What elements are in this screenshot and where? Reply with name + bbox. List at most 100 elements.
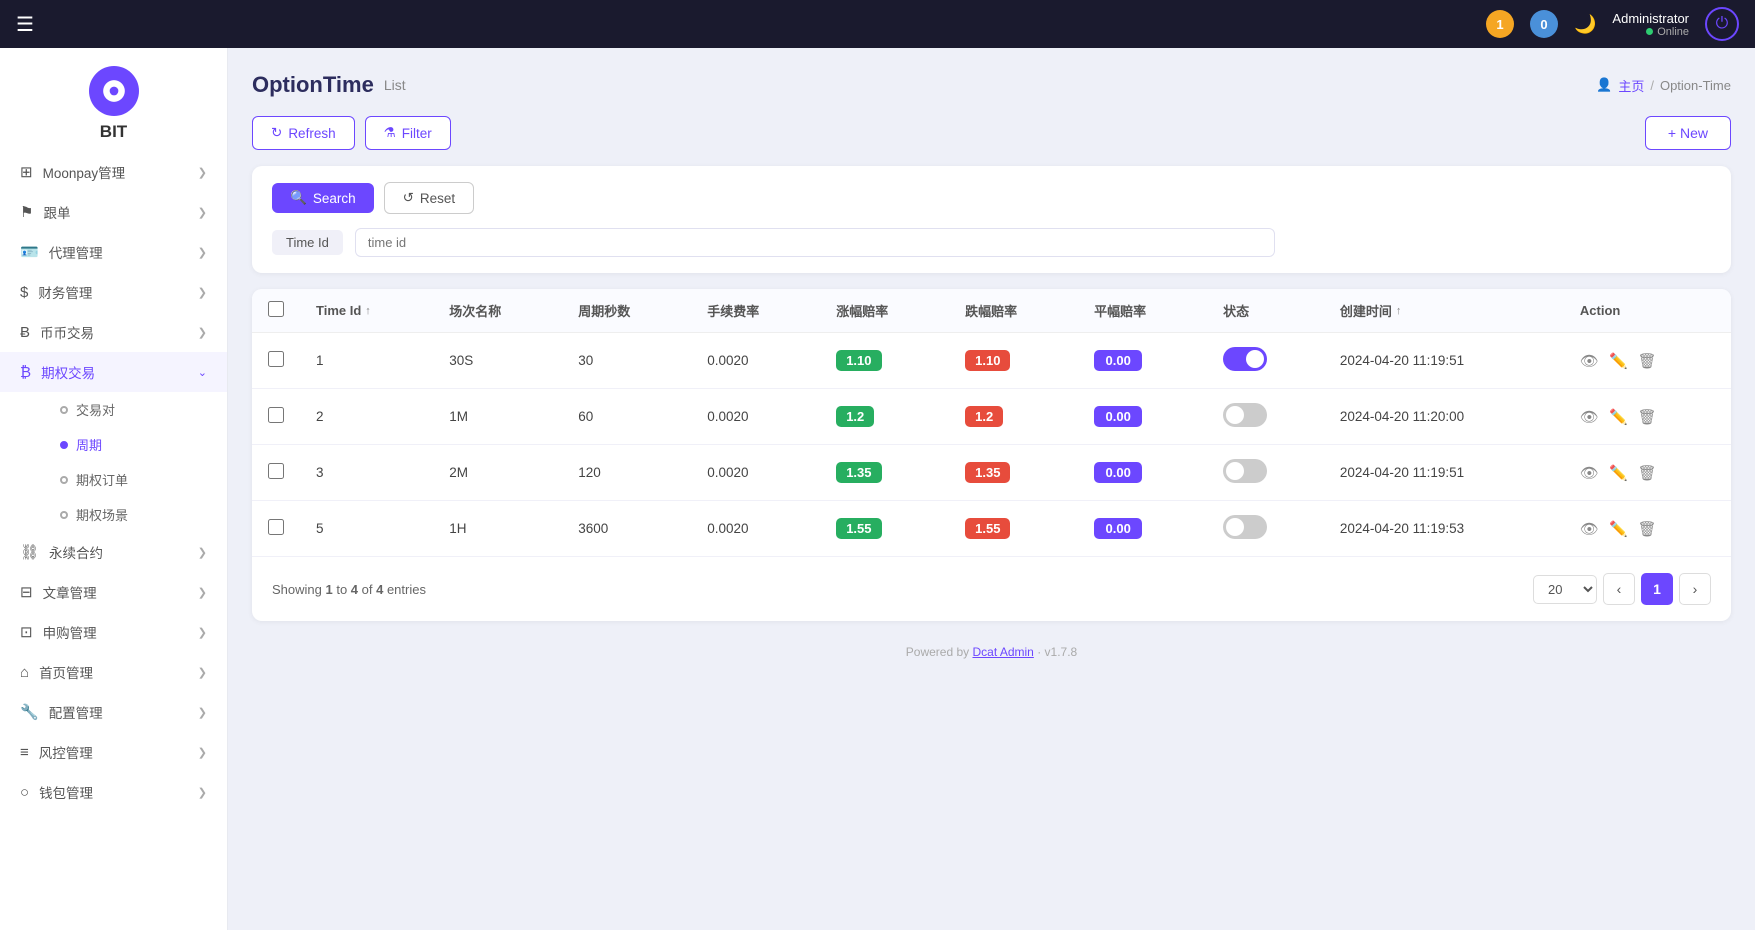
time-id-input[interactable]: [355, 228, 1275, 257]
sidebar-label-shouye: 首页管理: [39, 662, 93, 682]
edit-icon[interactable]: ✏️: [1609, 408, 1628, 426]
delete-icon[interactable]: 🗑: [1638, 408, 1657, 426]
toggle-switch[interactable]: [1223, 403, 1267, 427]
sidebar-item-yongxu[interactable]: ⛓ 永续合约 ❯: [0, 532, 227, 572]
chevron-icon-11: ❯: [198, 746, 207, 759]
cell-name: 1M: [433, 389, 562, 445]
view-icon[interactable]: 👁: [1580, 464, 1599, 482]
header-fee: 手续费率: [691, 289, 820, 333]
row-checkbox[interactable]: [268, 407, 284, 423]
moon-icon[interactable]: 🌙: [1574, 14, 1596, 35]
sidebar-subnav-qiquan: 交易对 周期 期权订单 期权场景: [0, 392, 227, 532]
toggle-switch[interactable]: [1223, 459, 1267, 483]
cell-name: 1H: [433, 501, 562, 557]
hamburger-icon[interactable]: ☰: [16, 14, 34, 36]
refresh-label: Refresh: [288, 126, 335, 141]
circle-badge: 0: [1530, 10, 1558, 38]
flat-badge: 0.00: [1094, 406, 1142, 427]
sidebar-item-bibi[interactable]: Ƀ 币币交易 ❯: [0, 312, 227, 352]
cell-fall: 1.2: [949, 389, 1078, 445]
toggle-switch[interactable]: [1223, 515, 1267, 539]
topbar-right: 1 0 🌙 Administrator Online ⏻: [1486, 7, 1739, 41]
toggle-switch[interactable]: [1223, 347, 1267, 371]
header-created[interactable]: 创建时间 ↑: [1324, 289, 1564, 333]
cell-flat: 0.00: [1078, 333, 1207, 389]
sidebar-item-daili[interactable]: 🪪 代理管理 ❯: [0, 232, 227, 272]
sidebar-item-peizhi[interactable]: 🔧 配置管理 ❯: [0, 692, 227, 732]
header-name: 场次名称: [433, 289, 562, 333]
card-icon: 🪪: [20, 243, 39, 261]
rise-badge: 1.10: [836, 350, 881, 371]
flag-icon: ⚑: [20, 203, 33, 221]
sidebar-sub-qiquanchang[interactable]: 期权场景: [48, 497, 227, 532]
edit-icon[interactable]: ✏️: [1609, 464, 1628, 482]
sidebar-item-qianbao[interactable]: ○ 钱包管理 ❯: [0, 772, 227, 812]
edit-icon[interactable]: ✏️: [1609, 352, 1628, 370]
sidebar-sub-jiaoyidui[interactable]: 交易对: [48, 392, 227, 427]
action-bar: ↻ Refresh ⚗ Filter + New: [252, 116, 1731, 150]
refresh-button[interactable]: ↻ Refresh: [252, 116, 355, 150]
rise-badge: 1.2: [836, 406, 874, 427]
edit-icon[interactable]: ✏️: [1609, 520, 1628, 538]
notification-bell[interactable]: 1: [1486, 10, 1514, 38]
sidebar-item-shouye[interactable]: ⌂ 首页管理 ❯: [0, 652, 227, 692]
view-icon[interactable]: 👁: [1580, 520, 1599, 538]
dollar-icon: $: [20, 284, 28, 301]
sidebar-item-qiquan[interactable]: ₿ 期权交易 ⌄: [0, 352, 227, 392]
sidebar-item-moonpay[interactable]: ⊞ Moonpay管理 ❯: [0, 152, 227, 192]
prev-page-button[interactable]: ‹: [1603, 573, 1635, 605]
notification-circle[interactable]: 0: [1530, 10, 1558, 38]
cell-fee: 0.0020: [691, 333, 820, 389]
header-checkbox-cell: [252, 289, 300, 333]
row-checkbox[interactable]: [268, 519, 284, 535]
cell-created: 2024-04-20 11:19:53: [1324, 501, 1564, 557]
delete-icon[interactable]: 🗑: [1638, 464, 1657, 482]
cell-time-id: 1: [300, 333, 433, 389]
sidebar-label-caiwu: 财务管理: [38, 282, 92, 302]
dcat-link[interactable]: Dcat Admin: [972, 645, 1033, 659]
next-page-button[interactable]: ›: [1679, 573, 1711, 605]
cell-period: 120: [562, 445, 691, 501]
sort-icon-created: ↑: [1396, 305, 1402, 317]
filter-inputs: Time Id: [272, 228, 1711, 257]
sidebar-label-moonpay: Moonpay管理: [43, 162, 126, 182]
new-button[interactable]: + New: [1645, 116, 1731, 150]
header-time-id[interactable]: Time Id ↑: [300, 289, 433, 333]
power-button[interactable]: ⏻: [1705, 7, 1739, 41]
filter-button[interactable]: ⚗ Filter: [365, 116, 451, 150]
row-checkbox-cell: [252, 389, 300, 445]
view-icon[interactable]: 👁: [1580, 352, 1599, 370]
sidebar-label-wenzhang: 文章管理: [43, 582, 97, 602]
sidebar-sub-qiquandingdan[interactable]: 期权订单: [48, 462, 227, 497]
row-checkbox[interactable]: [268, 351, 284, 367]
sidebar-item-shengou[interactable]: ⊡ 申购管理 ❯: [0, 612, 227, 652]
delete-icon[interactable]: 🗑: [1638, 520, 1657, 538]
select-all-checkbox[interactable]: [268, 301, 284, 317]
view-icon[interactable]: 👁: [1580, 408, 1599, 426]
sidebar-header: BIT: [0, 48, 227, 152]
sidebar-label-qiquan: 期权交易: [41, 362, 95, 382]
sidebar-item-wenzhang[interactable]: ⊟ 文章管理 ❯: [0, 572, 227, 612]
topbar-left: ☰: [16, 12, 34, 37]
sidebar-item-fengkong[interactable]: ≡ 风控管理 ❯: [0, 732, 227, 772]
search-button[interactable]: 🔍 Search: [272, 183, 374, 213]
breadcrumb-current: Option-Time: [1660, 78, 1731, 93]
sidebar-item-gendai[interactable]: ⚑ 跟单 ❯: [0, 192, 227, 232]
row-checkbox[interactable]: [268, 463, 284, 479]
breadcrumb-home-link[interactable]: 主页: [1618, 76, 1644, 95]
sidebar-item-caiwu[interactable]: $ 财务管理 ❯: [0, 272, 227, 312]
sidebar-sub-zhouqi[interactable]: 周期: [48, 427, 227, 462]
rise-badge: 1.55: [836, 518, 881, 539]
breadcrumb-separator: /: [1650, 78, 1654, 93]
reset-button[interactable]: ↺ Reset: [384, 182, 475, 214]
per-page-select[interactable]: 20 50 100: [1533, 575, 1597, 604]
settings-icon: 🔧: [20, 703, 39, 721]
chevron-icon-7: ❯: [198, 586, 207, 599]
fall-badge: 1.2: [965, 406, 1003, 427]
page-1-button[interactable]: 1: [1641, 573, 1673, 605]
delete-icon[interactable]: 🗑: [1638, 352, 1657, 370]
breadcrumb: 👤 主页 / Option-Time: [1596, 76, 1731, 95]
cell-time-id: 2: [300, 389, 433, 445]
refresh-icon: ↻: [271, 125, 282, 141]
sub-label-qiquandingdan: 期权订单: [76, 470, 128, 489]
